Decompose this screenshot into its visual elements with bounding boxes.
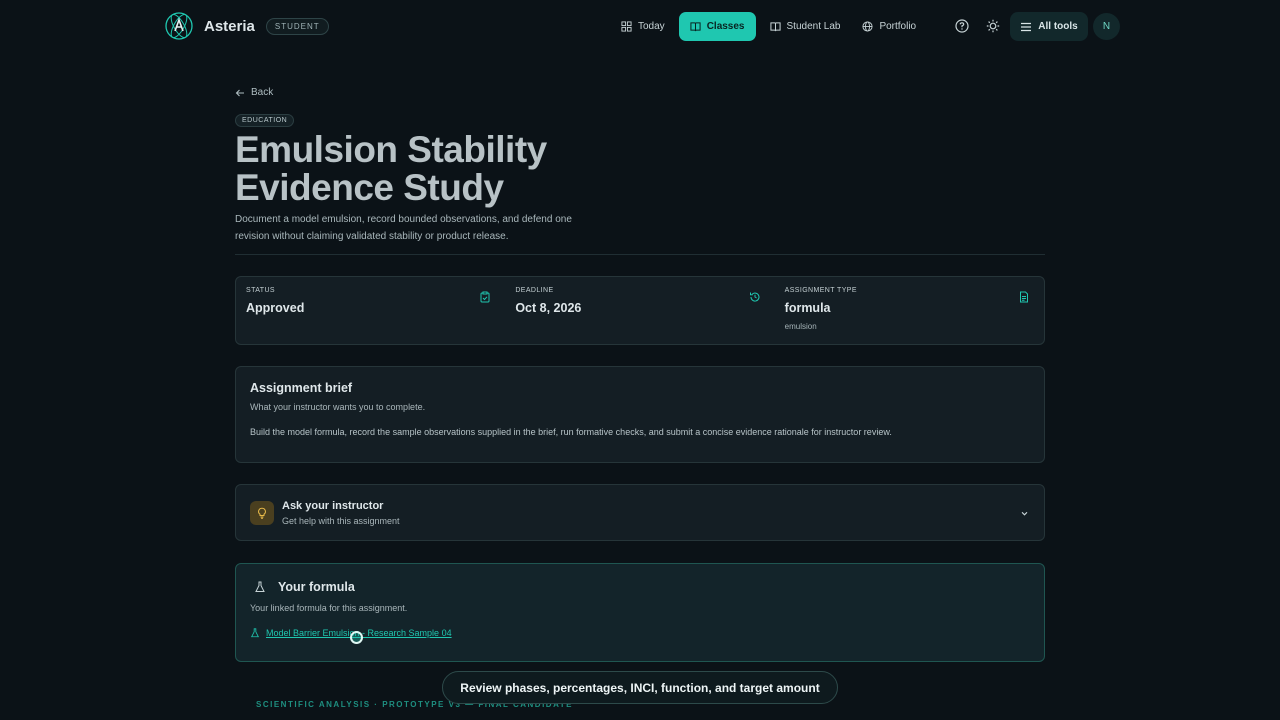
lightbulb-icon: [258, 507, 266, 519]
brand[interactable]: Asteria STUDENT: [164, 11, 329, 41]
assignment-type-label: ASSIGNMENT TYPE: [784, 287, 857, 294]
grid-icon: [621, 21, 632, 32]
formula-title: Your formula: [278, 580, 355, 594]
help-icon: [955, 19, 969, 33]
your-formula-card: Your formula Your linked formula for thi…: [235, 563, 1045, 662]
mouse-cursor: [350, 631, 363, 644]
help-button[interactable]: [953, 17, 971, 35]
globe-icon: [862, 21, 873, 32]
flask-icon: [255, 581, 265, 592]
back-label: Back: [251, 87, 274, 98]
main-nav: Today Classes Student Lab Portfolio: [613, 12, 930, 41]
assignment-brief-card: Assignment brief What your instructor wa…: [235, 366, 1045, 463]
menu-icon: [1021, 22, 1032, 31]
asteria-logo-icon: [165, 12, 193, 40]
ask-icon-badge: [250, 500, 274, 525]
avatar[interactable]: N: [1093, 13, 1120, 40]
nav-today[interactable]: Today: [613, 12, 673, 41]
ask-title: Ask your instructor: [282, 499, 384, 512]
chevron-down-icon[interactable]: [1019, 508, 1030, 519]
page-title-line-2: Evidence Study: [235, 167, 504, 208]
deadline-value: Oct 8, 2026: [515, 301, 582, 315]
assignment-type-sub: emulsion: [784, 322, 817, 331]
ask-instructor-card[interactable]: Ask your instructor Get help with this a…: [235, 484, 1045, 541]
book-icon: [690, 22, 701, 32]
back-link[interactable]: Back: [235, 87, 273, 98]
status-stat: STATUS Approved: [236, 277, 505, 344]
nav-student-lab[interactable]: Student Lab: [762, 12, 849, 41]
document-icon: [1019, 291, 1028, 303]
role-badge: STUDENT: [265, 17, 329, 35]
sun-icon: [986, 19, 1000, 33]
category-tag: EDUCATION: [235, 114, 295, 127]
nav-portfolio-label: Portfolio: [879, 21, 917, 32]
status-label: STATUS: [246, 287, 275, 294]
page-subtitle: Document a model emulsion, record bounde…: [235, 214, 572, 242]
all-tools-button[interactable]: All tools: [1010, 12, 1088, 41]
brief-body: Build the model formula, record the samp…: [250, 427, 892, 437]
assignment-type-stat: ASSIGNMENT TYPE formula emulsion: [775, 277, 1044, 344]
nav-classes[interactable]: Classes: [678, 12, 756, 41]
formula-subtitle: Your linked formula for this assignment.: [250, 603, 408, 613]
ask-text: Ask your instructor Get help with this a…: [282, 500, 400, 526]
tooltip-toast: Review phases, percentages, INCI, functi…: [442, 671, 838, 704]
book-open-icon: [769, 22, 781, 32]
arrow-left-icon: [235, 89, 244, 96]
nav-classes-label: Classes: [706, 21, 745, 32]
deadline-label: DEADLINE: [515, 287, 554, 294]
all-tools-label: All tools: [1038, 21, 1078, 32]
history-icon: [749, 292, 760, 302]
assignment-stats-card: STATUS Approved DEADLINE Oct 8, 2026 ASS…: [235, 276, 1045, 345]
deadline-stat: DEADLINE Oct 8, 2026: [505, 277, 774, 344]
page-title: Emulsion Stability Evidence Study: [235, 131, 755, 207]
clipboard-check-icon: [480, 291, 490, 303]
formula-header: Your formula: [250, 580, 1030, 594]
formula-link[interactable]: Model Barrier Emulsion - Research Sample…: [250, 628, 1030, 638]
ask-subtitle: Get help with this assignment: [282, 515, 400, 526]
brief-title: Assignment brief: [250, 381, 353, 395]
top-bar: Asteria STUDENT Today Classes Student La…: [0, 0, 1280, 54]
assignment-type-value: formula: [784, 301, 831, 315]
nav-today-label: Today: [638, 21, 665, 32]
flask-link-icon: [250, 628, 260, 638]
nav-portfolio[interactable]: Portfolio: [854, 12, 924, 41]
nav-student-lab-label: Student Lab: [786, 21, 841, 32]
app-name: Asteria: [204, 17, 255, 35]
status-value: Approved: [246, 301, 305, 315]
page-title-line-1: Emulsion Stability: [235, 129, 547, 170]
theme-toggle-button[interactable]: [984, 17, 1002, 35]
brief-subtitle: What your instructor wants you to comple…: [250, 402, 426, 412]
divider: [235, 254, 1045, 255]
